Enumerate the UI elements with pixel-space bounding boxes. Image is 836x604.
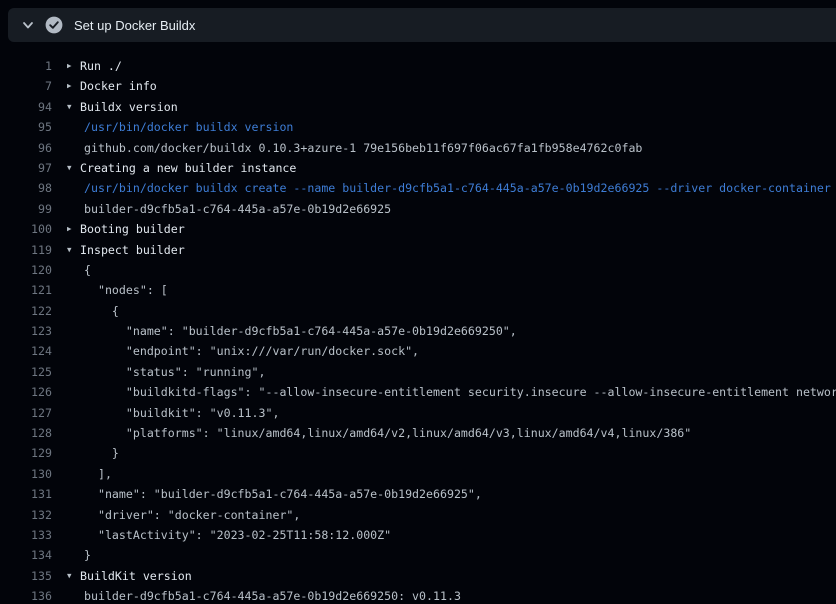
line-number[interactable]: 95 <box>0 117 52 137</box>
line-number[interactable]: 133 <box>0 525 52 545</box>
log-row[interactable]: 100 ▶ Booting builder <box>0 219 836 239</box>
log-row[interactable]: 94 ▼ Buildx version <box>0 97 836 117</box>
line-number[interactable]: 100 <box>0 219 52 239</box>
log-row: 120 { <box>0 260 836 280</box>
log-row: 125 "status": "running", <box>0 362 836 382</box>
log-row[interactable]: 1 ▶ Run ./ <box>0 56 836 76</box>
line-number[interactable]: 122 <box>0 301 52 321</box>
line-number[interactable]: 131 <box>0 484 52 504</box>
log-row: 126 "buildkitd-flags": "--allow-insecure… <box>0 382 836 402</box>
log-output-text: "buildkitd-flags": "--allow-insecure-ent… <box>84 385 836 399</box>
log-group-title: Booting builder <box>80 222 185 236</box>
expand-arrow-icon[interactable]: ▶ <box>67 56 72 76</box>
line-number[interactable]: 119 <box>0 240 52 260</box>
log-output-text: "buildkit": "v0.11.3", <box>84 406 279 420</box>
log-row[interactable]: 119 ▼ Inspect builder <box>0 240 836 260</box>
expand-arrow-icon[interactable]: ▶ <box>67 76 72 96</box>
log-group-title: Buildx version <box>80 100 178 114</box>
log-row: 129 } <box>0 443 836 463</box>
log-output-text: "name": "builder-d9cfb5a1-c764-445a-a57e… <box>84 324 517 338</box>
log-row: 95/usr/bin/docker buildx version <box>0 117 836 137</box>
line-number[interactable]: 134 <box>0 545 52 565</box>
line-number[interactable]: 123 <box>0 321 52 341</box>
log-output-text: "platforms": "linux/amd64,linux/amd64/v2… <box>84 426 691 440</box>
log-group-title: Creating a new builder instance <box>80 161 296 175</box>
line-number[interactable]: 7 <box>0 76 52 96</box>
log-group-title: Docker info <box>80 79 157 93</box>
check-circle-icon <box>45 16 63 34</box>
line-number[interactable]: 125 <box>0 362 52 382</box>
line-number[interactable]: 120 <box>0 260 52 280</box>
log-output-text: { <box>84 304 119 318</box>
line-number[interactable]: 135 <box>0 566 52 586</box>
line-number[interactable]: 94 <box>0 97 52 117</box>
log-row: 130 ], <box>0 464 836 484</box>
line-number[interactable]: 129 <box>0 443 52 463</box>
log-row: 128 "platforms": "linux/amd64,linux/amd6… <box>0 423 836 443</box>
chevron-down-icon[interactable] <box>21 18 35 32</box>
log-row: 123 "name": "builder-d9cfb5a1-c764-445a-… <box>0 321 836 341</box>
line-number[interactable]: 124 <box>0 341 52 361</box>
line-number[interactable]: 126 <box>0 382 52 402</box>
log-output-text: "status": "running", <box>84 365 265 379</box>
log-row[interactable]: 135 ▼ BuildKit version <box>0 566 836 586</box>
log-row: 121 "nodes": [ <box>0 280 836 300</box>
log-row: 124 "endpoint": "unix:///var/run/docker.… <box>0 341 836 361</box>
log-output-text: builder-d9cfb5a1-c764-445a-a57e-0b19d2e6… <box>84 589 461 603</box>
line-number[interactable]: 97 <box>0 158 52 178</box>
log-row: 136 builder-d9cfb5a1-c764-445a-a57e-0b19d… <box>0 586 836 604</box>
line-number[interactable]: 132 <box>0 505 52 525</box>
log-row: 133 "lastActivity": "2023-02-25T11:58:12… <box>0 525 836 545</box>
log-output-text: "driver": "docker-container", <box>84 508 300 522</box>
log-row: 131 "name": "builder-d9cfb5a1-c764-445a-… <box>0 484 836 504</box>
log-output-text: } <box>84 548 91 562</box>
line-number[interactable]: 1 <box>0 56 52 76</box>
log-row: 96 github.com/docker/buildx 0.10.3+azure-… <box>0 138 836 158</box>
log-row: 127 "buildkit": "v0.11.3", <box>0 403 836 423</box>
log-row[interactable]: 97 ▼ Creating a new builder instance <box>0 158 836 178</box>
log-row[interactable]: 7 ▶ Docker info <box>0 76 836 96</box>
log-output-text: builder-d9cfb5a1-c764-445a-a57e-0b19d2e6… <box>84 202 391 216</box>
log-output-text: { <box>84 263 91 277</box>
line-number[interactable]: 128 <box>0 423 52 443</box>
collapse-arrow-icon[interactable]: ▼ <box>67 97 72 117</box>
log-group-title: Inspect builder <box>80 243 185 257</box>
line-number[interactable]: 96 <box>0 138 52 158</box>
log-row: 122 { <box>0 301 836 321</box>
log-output-text: "endpoint": "unix:///var/run/docker.sock… <box>84 344 419 358</box>
line-number[interactable]: 99 <box>0 199 52 219</box>
expand-arrow-icon[interactable]: ▶ <box>67 219 72 239</box>
log-rows: 1 ▶ Run ./ 7 ▶ Docker info 94 ▼ Buildx version 95… <box>0 42 836 604</box>
log-row: 98/usr/bin/docker buildx create --name b… <box>0 178 836 198</box>
log-output-text: "lastActivity": "2023-02-25T11:58:12.000… <box>84 528 391 542</box>
log-row: 132 "driver": "docker-container", <box>0 505 836 525</box>
log-output-text: } <box>84 446 119 460</box>
log-output-text: "nodes": [ <box>84 283 168 297</box>
step-header[interactable]: Set up Docker Buildx <box>8 8 836 42</box>
log-output-text: github.com/docker/buildx 0.10.3+azure-1 … <box>84 141 642 155</box>
step-title: Set up Docker Buildx <box>74 18 195 33</box>
line-number[interactable]: 136 <box>0 586 52 604</box>
collapse-arrow-icon[interactable]: ▼ <box>67 158 72 178</box>
log-command-text: /usr/bin/docker buildx version <box>84 120 293 134</box>
line-number[interactable]: 127 <box>0 403 52 423</box>
log-output-text: ], <box>84 467 112 481</box>
line-number[interactable]: 130 <box>0 464 52 484</box>
log-row: 134} <box>0 545 836 565</box>
log-group-title: BuildKit version <box>80 569 192 583</box>
log-group-title: Run ./ <box>80 59 122 73</box>
log-row: 99 builder-d9cfb5a1-c764-445a-a57e-0b19d2… <box>0 199 836 219</box>
collapse-arrow-icon[interactable]: ▼ <box>67 566 72 586</box>
log-output-text: "name": "builder-d9cfb5a1-c764-445a-a57e… <box>84 487 482 501</box>
line-number[interactable]: 121 <box>0 280 52 300</box>
log-command-text: /usr/bin/docker buildx create --name bui… <box>84 181 836 195</box>
line-number[interactable]: 98 <box>0 178 52 198</box>
collapse-arrow-icon[interactable]: ▼ <box>67 240 72 260</box>
